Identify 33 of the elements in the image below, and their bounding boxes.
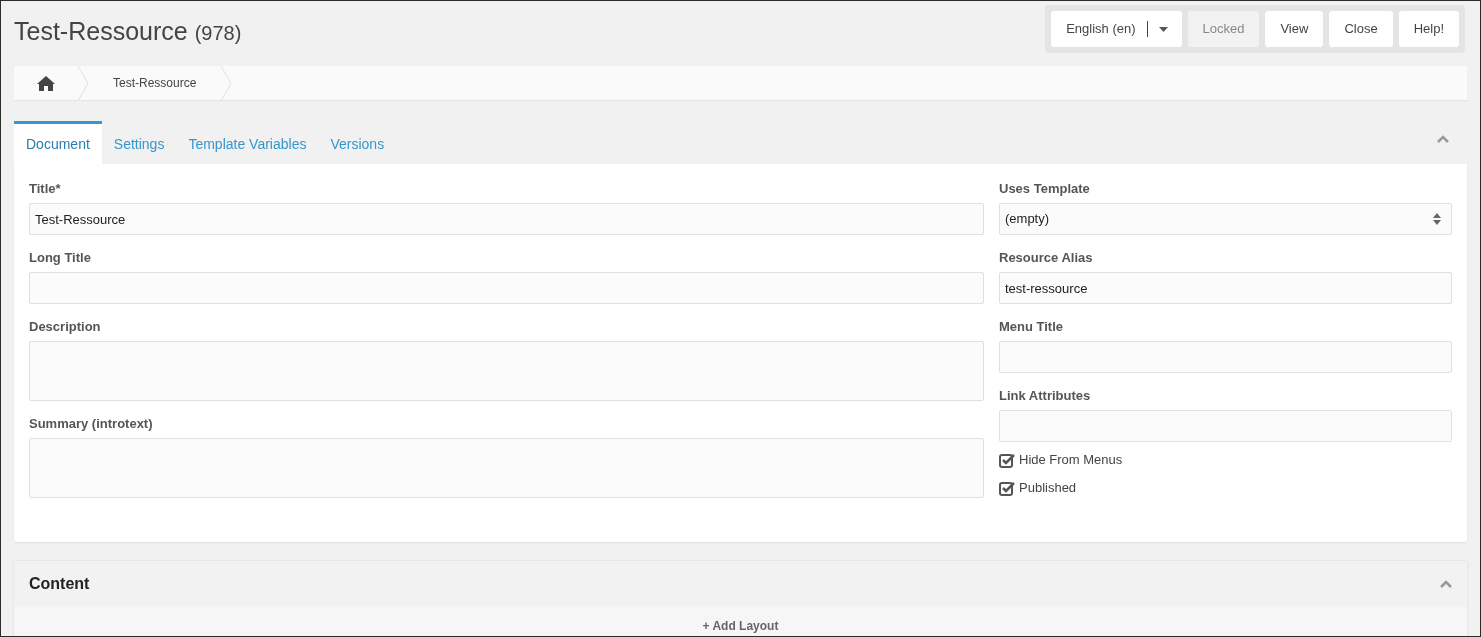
text-field[interactable] <box>29 272 984 304</box>
home-icon[interactable] <box>37 75 55 91</box>
text-area[interactable] <box>29 438 984 498</box>
checkbox[interactable] <box>999 480 1015 496</box>
sort-icon <box>1433 213 1441 225</box>
toolbar-button[interactable]: View <box>1265 11 1324 47</box>
field-label: Menu Title <box>999 320 1065 334</box>
caret-icon[interactable] <box>1158 26 1168 32</box>
collapse-icon[interactable] <box>1437 135 1449 143</box>
toolbar-button[interactable]: Close <box>1329 11 1393 47</box>
template-select[interactable]: (empty) <box>999 203 1452 235</box>
field-label: Long Title <box>29 251 92 265</box>
toolbar-button[interactable]: Help! <box>1398 11 1459 47</box>
field-label: Title* <box>29 182 62 196</box>
field-label: Description <box>29 320 102 334</box>
checkbox-label: Published <box>1019 479 1077 498</box>
add-layout-button[interactable]: + Add Layout <box>702 617 779 635</box>
field-label: Summary (introtext) <box>29 417 154 431</box>
collapse-icon[interactable] <box>1440 580 1452 588</box>
page-title: Test-Ressource (978) <box>14 19 242 44</box>
checkbox-label: Hide From Menus <box>1019 451 1123 470</box>
text-field[interactable]: Test-Ressource <box>29 203 984 235</box>
field-label: Link Attributes <box>999 389 1092 403</box>
text-field[interactable]: test-ressource <box>999 272 1452 304</box>
checkbox[interactable] <box>999 452 1015 468</box>
text-area[interactable] <box>29 341 984 401</box>
text-field[interactable] <box>999 341 1452 373</box>
tab[interactable]: Document <box>14 121 102 164</box>
field-label: Uses Template <box>999 182 1091 196</box>
text-field[interactable] <box>999 410 1452 442</box>
breadcrumb-link[interactable]: Test-Ressource <box>113 74 197 92</box>
field-label: Resource Alias <box>999 251 1094 265</box>
section-title: Content <box>29 574 90 594</box>
